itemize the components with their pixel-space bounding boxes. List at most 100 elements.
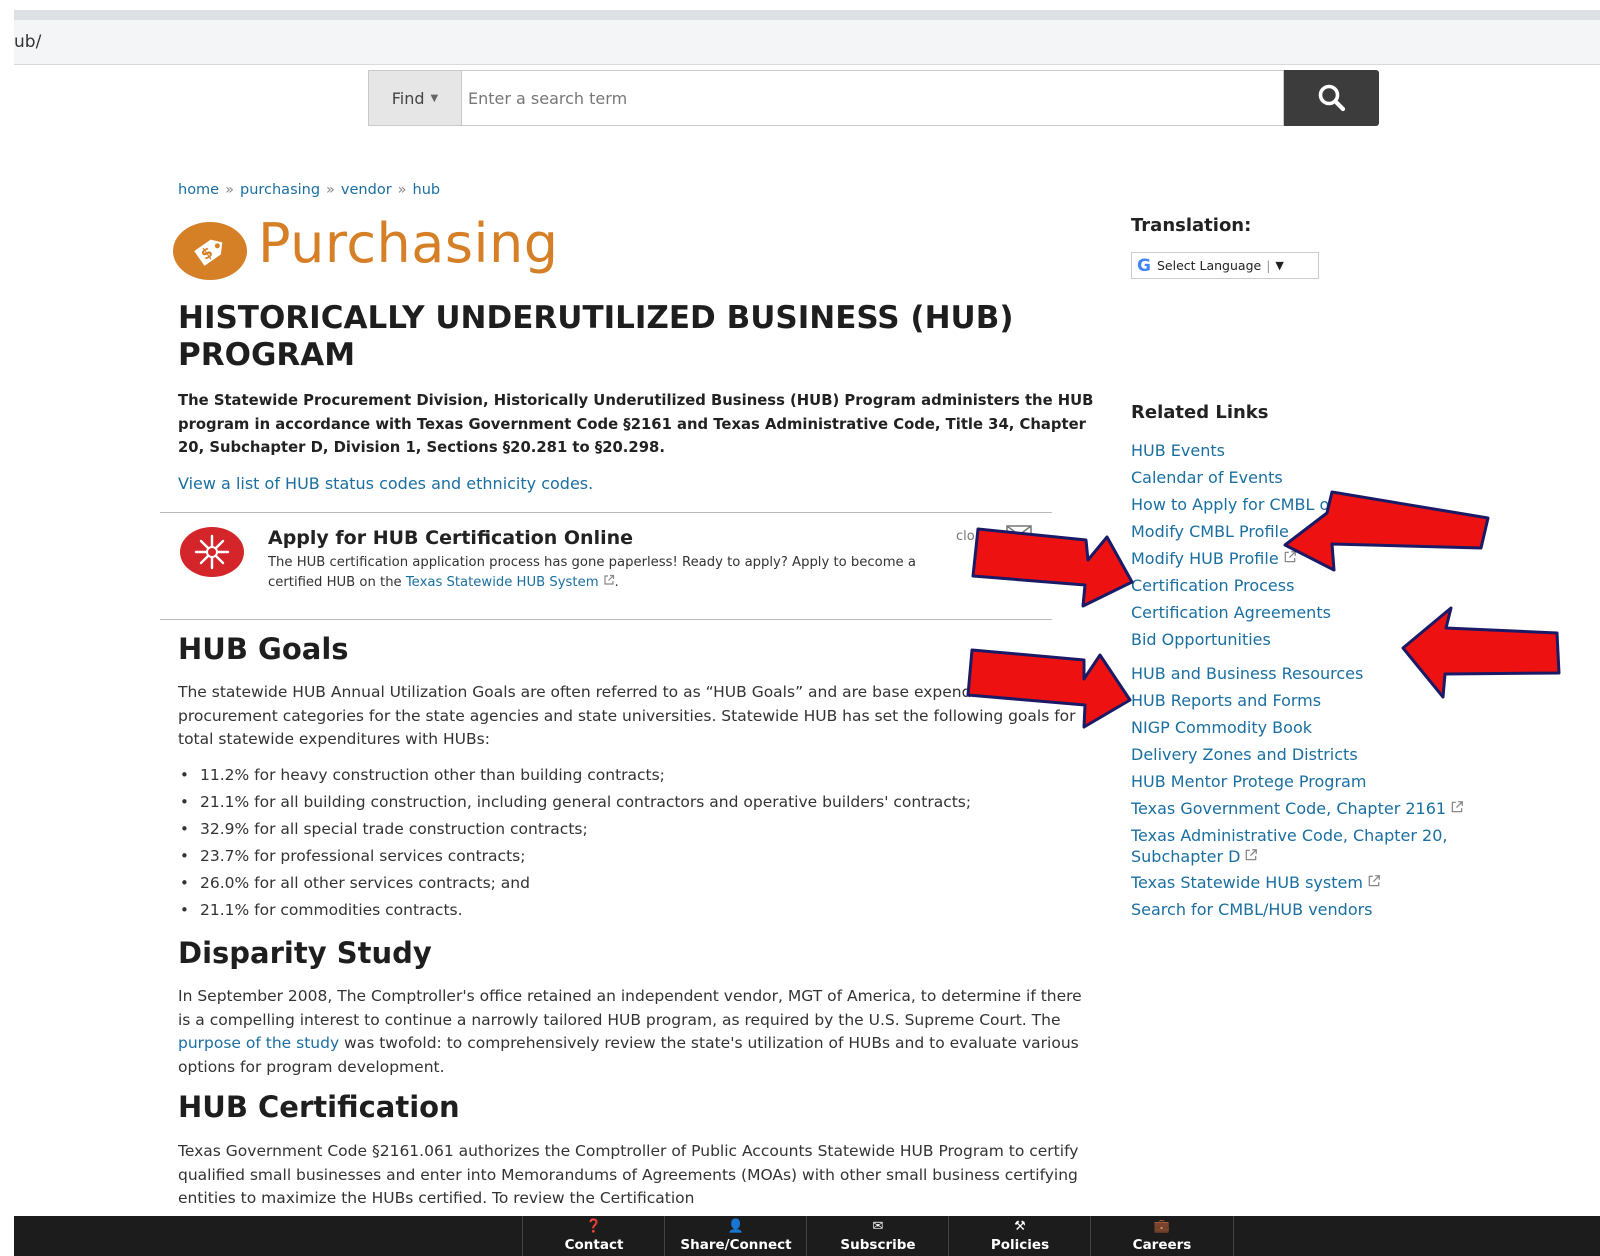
external-link-icon bbox=[1451, 801, 1463, 813]
breadcrumb-separator: » bbox=[397, 182, 407, 198]
gavel-icon: ⚒ bbox=[1014, 1218, 1026, 1234]
find-dropdown-button[interactable]: Find ▼ bbox=[368, 70, 462, 126]
disparity-text: In September 2008, The Comptroller's off… bbox=[178, 985, 1098, 1079]
list-item: 32.9% for all special trade construction… bbox=[178, 818, 971, 845]
hub-goals-heading: HUB Goals bbox=[178, 632, 349, 666]
footer-bar: ❓ Contact 👤 Share/Connect ✉ Subscribe ⚒ … bbox=[14, 1216, 1600, 1256]
related-link-label: Texas Government Code, Chapter 2161 bbox=[1131, 799, 1447, 818]
related-link-bid-opportunities[interactable]: Bid Opportunities bbox=[1131, 629, 1511, 650]
caret-down-icon: ▼ bbox=[430, 92, 439, 104]
status-codes-link[interactable]: View a list of HUB status codes and ethn… bbox=[178, 474, 593, 493]
footer-subscribe[interactable]: ✉ Subscribe bbox=[806, 1216, 949, 1256]
footer-label: Contact bbox=[564, 1236, 624, 1253]
breadcrumb-separator: » bbox=[326, 182, 335, 198]
related-link-label: HUB Reports and Forms bbox=[1131, 691, 1322, 710]
related-link-hub-reports-and-forms[interactable]: HUB Reports and Forms bbox=[1131, 690, 1511, 711]
question-circle-icon: ❓ bbox=[585, 1218, 603, 1234]
find-label: Find bbox=[391, 88, 425, 108]
breadcrumb-hub[interactable]: hub bbox=[413, 182, 441, 198]
certification-heading: HUB Certification bbox=[178, 1090, 460, 1124]
google-icon: G bbox=[1137, 255, 1151, 276]
related-link-texas-administrative-code-chapter-20-subchapter-d[interactable]: Texas Administrative Code, Chapter 20, S… bbox=[1131, 825, 1511, 867]
related-links-heading: Related Links bbox=[1131, 402, 1269, 423]
study-purpose-link[interactable]: purpose of the study bbox=[178, 1034, 339, 1052]
certification-text: Texas Government Code §2161.061 authoriz… bbox=[178, 1142, 1079, 1207]
page-title: HISTORICALLY UNDERUTILIZED BUSINESS (HUB… bbox=[178, 300, 1014, 373]
related-link-label: Texas Statewide HUB system bbox=[1131, 873, 1363, 892]
close-label[interactable]: clo bbox=[956, 529, 975, 544]
footer-label: Policies bbox=[990, 1236, 1050, 1253]
alert-starburst-icon bbox=[180, 527, 244, 577]
external-link-icon bbox=[1368, 875, 1380, 887]
hub-goals-text: The statewide HUB Annual Utilization Goa… bbox=[178, 683, 1076, 748]
related-link-label: HUB Mentor Protege Program bbox=[1131, 772, 1367, 791]
related-link-label: Modify CMBL Profile bbox=[1131, 522, 1289, 541]
search-button[interactable] bbox=[1284, 70, 1379, 126]
related-link-label: How to Apply for CMBL or HUB bbox=[1131, 495, 1376, 514]
breadcrumb: home » purchasing » vendor » hub bbox=[178, 182, 440, 198]
translation-label: Translation: bbox=[1131, 215, 1252, 236]
footer-label: Share/Connect bbox=[680, 1236, 792, 1253]
related-link-modify-hub-profile[interactable]: Modify HUB Profile bbox=[1131, 548, 1511, 569]
related-link-label: Bid Opportunities bbox=[1131, 630, 1271, 649]
external-link-icon bbox=[603, 574, 614, 585]
alert-text-after: . bbox=[614, 574, 619, 590]
related-link-label: Modify HUB Profile bbox=[1131, 549, 1279, 568]
language-select-label: Select Language bbox=[1156, 258, 1262, 273]
department-title: Purchasing bbox=[258, 212, 559, 275]
alert-title: Apply for HUB Certification Online bbox=[268, 527, 634, 549]
price-tag-dollar-icon: $ bbox=[173, 222, 247, 280]
related-link-certification-process[interactable]: Certification Process bbox=[1131, 575, 1511, 596]
browser-tabstrip bbox=[14, 10, 1600, 20]
related-link-hub-mentor-protege-program[interactable]: HUB Mentor Protege Program bbox=[1131, 771, 1511, 792]
address-bar[interactable] bbox=[14, 20, 1600, 65]
footer-contact[interactable]: ❓ Contact bbox=[522, 1216, 665, 1256]
related-link-search-for-cmbl-hub-vendors[interactable]: Search for CMBL/HUB vendors bbox=[1131, 899, 1511, 920]
related-link-label: HUB Events bbox=[1131, 441, 1225, 460]
footer-label: Careers bbox=[1132, 1236, 1192, 1253]
breadcrumb-separator: » bbox=[225, 182, 234, 198]
disparity-heading: Disparity Study bbox=[178, 936, 432, 970]
intro-text: The Statewide Procurement Division, Hist… bbox=[178, 392, 1094, 456]
external-link-icon bbox=[1246, 849, 1258, 861]
footer-label: Subscribe bbox=[840, 1236, 916, 1253]
related-link-modify-cmbl-profile[interactable]: Modify CMBL Profile bbox=[1131, 521, 1511, 542]
search-icon bbox=[1318, 84, 1345, 112]
certification-alert: Apply for HUB Certification Online The H… bbox=[160, 512, 1052, 620]
breadcrumb-vendor[interactable]: vendor bbox=[341, 182, 392, 198]
alert-text: The HUB certification application proces… bbox=[268, 553, 948, 592]
external-link-icon bbox=[1284, 551, 1296, 563]
address-bar-text: ub/ bbox=[14, 32, 42, 52]
related-link-label: Certification Agreements bbox=[1131, 603, 1331, 622]
related-link-how-to-apply-for-cmbl-or-hub[interactable]: How to Apply for CMBL or HUB bbox=[1131, 494, 1511, 515]
footer-policies[interactable]: ⚒ Policies bbox=[948, 1216, 1091, 1256]
close-icon[interactable] bbox=[1006, 525, 1032, 545]
related-link-delivery-zones-and-districts[interactable]: Delivery Zones and Districts bbox=[1131, 744, 1511, 765]
breadcrumb-home[interactable]: home bbox=[178, 182, 219, 198]
hub-system-link[interactable]: Texas Statewide HUB System bbox=[406, 575, 599, 590]
user-icon: 👤 bbox=[727, 1218, 745, 1234]
list-item: 26.0% for all other services contracts; … bbox=[178, 872, 971, 899]
breadcrumb-purchasing[interactable]: purchasing bbox=[240, 182, 320, 198]
hub-goals-list: 11.2% for heavy construction other than … bbox=[178, 764, 971, 926]
related-link-texas-statewide-hub-system[interactable]: Texas Statewide HUB system bbox=[1131, 872, 1511, 893]
related-link-hub-events[interactable]: HUB Events bbox=[1131, 440, 1511, 461]
language-select[interactable]: G Select Language | ▼ bbox=[1131, 252, 1319, 279]
related-link-label: HUB and Business Resources bbox=[1131, 664, 1364, 683]
related-link-label: Certification Process bbox=[1131, 576, 1295, 595]
search-input[interactable] bbox=[462, 70, 1284, 126]
related-link-label: NIGP Commodity Book bbox=[1131, 718, 1312, 737]
list-item: 21.1% for commodities contracts. bbox=[178, 899, 971, 926]
briefcase-icon: 💼 bbox=[1153, 1218, 1171, 1234]
related-link-calendar-of-events[interactable]: Calendar of Events bbox=[1131, 467, 1511, 488]
footer-careers[interactable]: 💼 Careers bbox=[1090, 1216, 1234, 1256]
select-divider: | bbox=[1266, 258, 1271, 273]
related-link-nigp-commodity-book[interactable]: NIGP Commodity Book bbox=[1131, 717, 1511, 738]
footer-share-connect[interactable]: 👤 Share/Connect bbox=[664, 1216, 807, 1256]
list-item: 23.7% for professional services contract… bbox=[178, 845, 971, 872]
dropdown-arrow-icon: ▼ bbox=[1275, 259, 1284, 272]
related-link-certification-agreements[interactable]: Certification Agreements bbox=[1131, 602, 1511, 623]
related-link-texas-government-code-chapter-2161[interactable]: Texas Government Code, Chapter 2161 bbox=[1131, 798, 1511, 819]
disparity-text-before: In September 2008, The Comptroller's off… bbox=[178, 987, 1082, 1029]
related-link-hub-and-business-resources[interactable]: HUB and Business Resources bbox=[1131, 663, 1511, 684]
